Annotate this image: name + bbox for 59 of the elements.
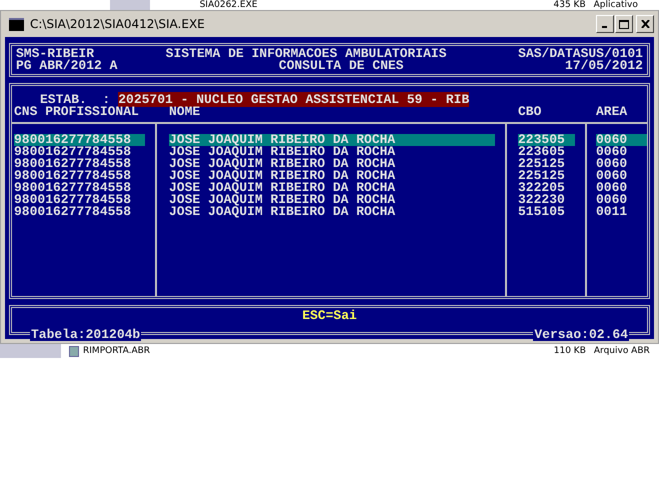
key-hint: ESC=Sai (302, 310, 357, 322)
table-cell[interactable]: 0060 (596, 182, 647, 194)
program-version: Versao:02.64 (533, 329, 629, 341)
table-cell[interactable]: JOSE JOAQUIM RIBEIRO DA ROCHA (169, 158, 495, 170)
table-cell[interactable]: JOSE JOAQUIM RIBEIRO DA ROCHA (169, 146, 495, 158)
selection-highlight (110, 0, 150, 10)
file-name[interactable]: RIMPORTA.ABR (83, 346, 537, 356)
table-cell[interactable]: 225125 (518, 158, 575, 170)
estab-label: ESTAB. : (40, 92, 110, 107)
column-header: CNS PROFISSIONAL (13, 106, 140, 118)
date-text: 17/05/2012 (564, 60, 643, 72)
file-name[interactable]: SIA0262.EXE (200, 0, 536, 10)
table-cell[interactable]: JOSE JOAQUIM RIBEIRO DA ROCHA (169, 194, 495, 206)
table-cell[interactable]: 0011 (596, 206, 647, 218)
header-text: SMS-RIBEIR (16, 48, 94, 60)
close-button[interactable] (636, 15, 654, 33)
window-title: C:\SIA\2012\SIA0412\SIA.EXE (30, 17, 205, 31)
file-size: 110 KB (552, 346, 586, 356)
header-text: SAS/DATASUS/0101 (518, 48, 643, 60)
table-cell[interactable]: 980016277784558 (14, 194, 145, 206)
table-cell[interactable]: 0060 (596, 134, 647, 146)
console-icon (9, 18, 24, 30)
table-cell[interactable]: 0060 (596, 158, 647, 170)
file-type: Arquivo ABR (594, 346, 651, 356)
maximize-button[interactable] (615, 15, 633, 33)
table-cell[interactable]: JOSE JOAQUIM RIBEIRO DA ROCHA (169, 170, 495, 182)
table-cell[interactable]: 980016277784558 (14, 158, 145, 170)
column-header: NOME (168, 106, 202, 118)
maximize-icon (619, 20, 629, 28)
selection-highlight (0, 344, 62, 358)
table-cell[interactable]: JOSE JOAQUIM RIBEIRO DA ROCHA (169, 134, 495, 146)
header-text: PG ABR/2012 A (16, 60, 118, 72)
table-version: Tabela:201204b (30, 329, 142, 341)
table-cell[interactable]: 0060 (596, 146, 647, 158)
table-cell[interactable]: 980016277784558 (14, 182, 145, 194)
estab-value: 2025701 - NUCLEO GESTAO ASSISTENCIAL 59 - RIB (118, 92, 470, 107)
table-cell[interactable]: 980016277784558 (14, 134, 145, 146)
table-cell[interactable]: 322230 (518, 194, 575, 206)
file-icon (69, 346, 80, 356)
file-type: Aplicativo (594, 0, 639, 10)
column-header: CBO (517, 106, 542, 118)
table-cell[interactable]: 225125 (518, 170, 575, 182)
table-cell[interactable]: 980016277784558 (14, 206, 145, 218)
system-title: SISTEMA DE INFORMACOES AMBULATORIAIS (166, 48, 447, 60)
table-cell[interactable]: JOSE JOAQUIM RIBEIRO DA ROCHA (169, 182, 495, 194)
column-header: AREA (595, 106, 628, 118)
file-size: 435 KB (552, 0, 586, 10)
table-cell[interactable]: 980016277784558 (14, 146, 145, 158)
table-cell[interactable]: 515105 (518, 206, 575, 218)
table-cell[interactable]: 980016277784558 (14, 170, 145, 182)
table-cell[interactable]: 223505 (518, 134, 575, 146)
table-cell[interactable]: 322205 (518, 182, 575, 194)
close-icon (640, 20, 650, 28)
table-cell[interactable]: JOSE JOAQUIM RIBEIRO DA ROCHA (169, 206, 495, 218)
table-cell[interactable]: 0060 (596, 170, 647, 182)
minimize-button[interactable] (596, 15, 614, 33)
table-cell[interactable]: 0060 (596, 194, 647, 206)
screen-title: CONSULTA DE CNES (278, 60, 404, 72)
table-cell[interactable]: 223605 (518, 146, 575, 158)
